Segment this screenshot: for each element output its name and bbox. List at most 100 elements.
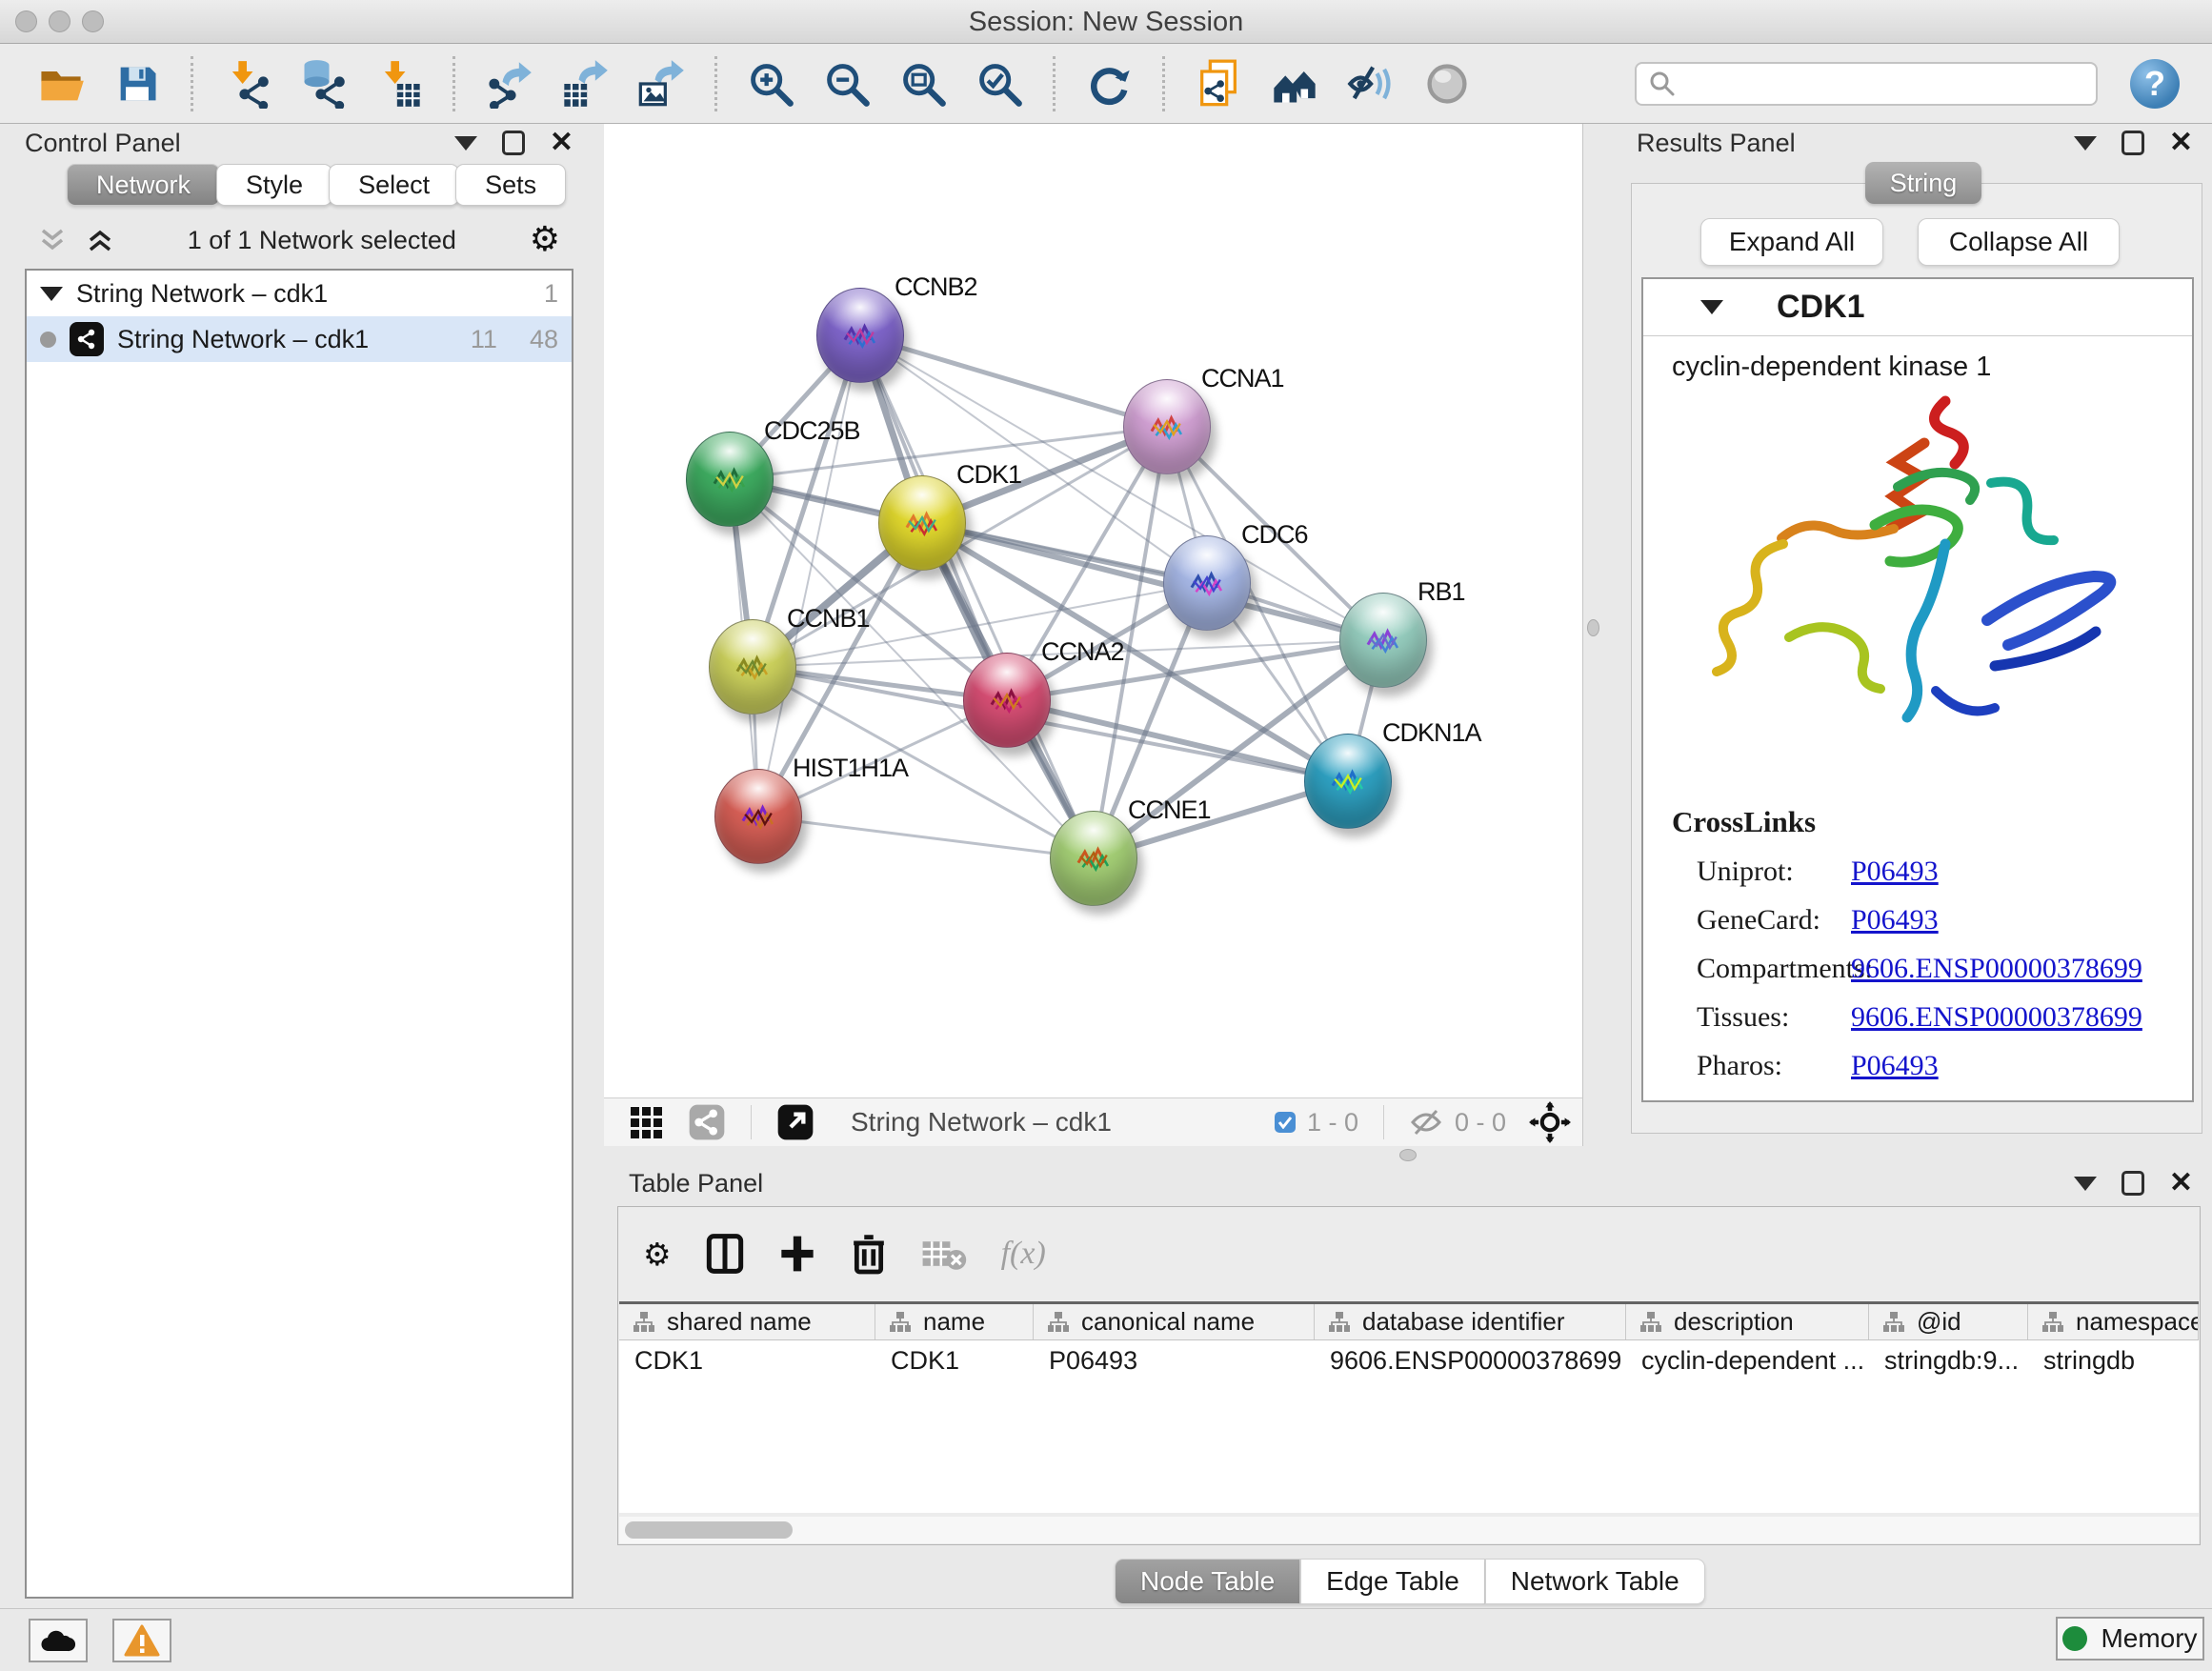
column-header-database-identifier[interactable]: database identifier [1315, 1304, 1626, 1339]
tab-network[interactable]: Network [67, 164, 220, 206]
tab-sets[interactable]: Sets [455, 164, 566, 206]
help-button[interactable]: ? [2130, 59, 2180, 109]
table-row[interactable]: CDK1 CDK1 P06493 9606.ENSP00000378699 cy… [619, 1340, 2199, 1380]
birds-eye-view-icon[interactable] [621, 1097, 671, 1147]
zoom-selected-icon[interactable] [975, 59, 1024, 109]
selected-nodes-checkbox[interactable] [1275, 1112, 1296, 1133]
table-options-gear-icon[interactable]: ⚙ [643, 1238, 672, 1270]
zoom-fit-icon[interactable] [898, 59, 948, 109]
network-node-label: CCNA2 [1041, 637, 1124, 667]
panel-close-icon[interactable]: ✕ [550, 129, 573, 157]
tab-node-table[interactable]: Node Table [1115, 1559, 1300, 1604]
tab-select[interactable]: Select [329, 164, 459, 206]
table-panel: Table Panel ✕ ⚙ f(x) shared name name ca… [604, 1164, 2212, 1608]
network-node-ccnb1[interactable] [709, 619, 796, 715]
crosslink-pharos[interactable]: P06493 [1851, 1050, 1939, 1082]
network-share-icon[interactable] [682, 1097, 732, 1147]
panel-menu-icon[interactable] [2074, 136, 2097, 151]
network-options-gear-icon[interactable]: ⚙ [530, 223, 560, 257]
open-in-window-icon[interactable] [771, 1097, 820, 1147]
delete-table-icon[interactable] [921, 1237, 967, 1271]
network-node-cdc6[interactable] [1163, 535, 1251, 631]
network-node-ccnb2[interactable] [816, 288, 904, 383]
network-node-ccna1[interactable] [1123, 379, 1211, 474]
expand-all-icon[interactable] [86, 227, 114, 253]
horizontal-splitter[interactable] [604, 1146, 2212, 1164]
panel-float-icon[interactable] [2122, 1171, 2144, 1196]
network-collection-row[interactable]: String Network – cdk1 1 [27, 271, 572, 316]
import-network-database-icon[interactable] [298, 59, 348, 109]
zoom-out-icon[interactable] [822, 59, 872, 109]
hide-glasses-icon[interactable] [1346, 59, 1396, 109]
column-header-name[interactable]: name [875, 1304, 1034, 1339]
search-field-wrap [1635, 62, 2098, 106]
tab-network-table[interactable]: Network Table [1485, 1559, 1705, 1604]
crosslink-genecard[interactable]: P06493 [1851, 904, 1939, 936]
function-builder-icon[interactable]: f(x) [1001, 1236, 1046, 1272]
column-header-description[interactable]: description [1626, 1304, 1869, 1339]
hidden-count-badge: 0 - 0 [1455, 1108, 1506, 1137]
network-node-rb1[interactable] [1339, 593, 1427, 688]
cloud-status-button[interactable] [29, 1619, 88, 1662]
collection-expand-icon[interactable] [40, 287, 63, 301]
tab-edge-table[interactable]: Edge Table [1300, 1559, 1485, 1604]
collapse-all-button[interactable]: Collapse All [1918, 218, 2120, 266]
vertical-splitter-handle[interactable] [1587, 619, 1599, 636]
refresh-icon[interactable] [1084, 59, 1134, 109]
network-canvas[interactable]: CCNB2CCNA1CDC25BCDK1CDC6RB1CCNB1CCNA2CDK… [604, 124, 1583, 1097]
network-edge[interactable] [758, 816, 1094, 858]
clone-network-icon[interactable] [1194, 59, 1243, 109]
scrollbar-thumb[interactable] [625, 1521, 793, 1539]
tab-string[interactable]: String [1865, 162, 1981, 204]
crosslink-tissues[interactable]: 9606.ENSP00000378699 [1851, 1001, 2142, 1034]
panel-float-icon[interactable] [2122, 131, 2144, 155]
show-columns-icon[interactable] [706, 1233, 744, 1275]
column-header-namespace[interactable]: namespace [2028, 1304, 2199, 1339]
column-header-id[interactable]: @id [1869, 1304, 2028, 1339]
network-node-hist1h1a[interactable] [714, 769, 802, 864]
gene-collapse-icon[interactable] [1700, 300, 1723, 314]
collapse-all-icon[interactable] [38, 227, 67, 253]
fit-selected-crosshair-icon[interactable] [1529, 1101, 1571, 1143]
import-network-icon[interactable] [222, 59, 271, 109]
open-session-icon[interactable] [36, 59, 86, 109]
warnings-button[interactable] [112, 1619, 171, 1662]
delete-column-icon[interactable] [851, 1232, 887, 1276]
panel-close-icon[interactable]: ✕ [2169, 129, 2193, 157]
network-node-cdk1[interactable] [878, 475, 966, 571]
network-node-ccne1[interactable] [1050, 811, 1137, 906]
zoom-in-icon[interactable] [746, 59, 795, 109]
column-header-shared-name[interactable]: shared name [619, 1304, 875, 1339]
export-table-icon[interactable] [560, 59, 610, 109]
panel-menu-icon[interactable] [454, 136, 477, 151]
network-item-row[interactable]: String Network – cdk1 11 48 [27, 316, 572, 362]
export-network-icon[interactable] [484, 59, 533, 109]
add-column-icon[interactable] [778, 1233, 816, 1275]
search-input[interactable] [1635, 62, 2098, 106]
memory-button[interactable]: Memory [2056, 1617, 2204, 1661]
column-header-canonical-name[interactable]: canonical name [1034, 1304, 1315, 1339]
sphere-icon[interactable] [1422, 59, 1472, 109]
network-edge[interactable] [1007, 700, 1348, 781]
tab-style[interactable]: Style [216, 164, 332, 206]
toolbar-separator [1053, 56, 1056, 111]
panel-menu-icon[interactable] [2074, 1177, 2097, 1191]
network-node-cdkn1a[interactable] [1304, 734, 1392, 829]
network-node-ccna2[interactable] [963, 653, 1051, 748]
network-node-cdc25b[interactable] [686, 432, 774, 527]
crosslink-uniprot[interactable]: P06493 [1851, 856, 1939, 888]
panel-close-icon[interactable]: ✕ [2169, 1169, 2193, 1198]
gene-card-header[interactable]: CDK1 [1643, 279, 2192, 336]
export-image-icon[interactable] [636, 59, 686, 109]
string-home-icon[interactable] [1270, 59, 1319, 109]
network-edge[interactable] [860, 335, 1167, 427]
crosslink-compartments[interactable]: 9606.ENSP00000378699 [1851, 953, 2142, 985]
panel-float-icon[interactable] [502, 131, 525, 155]
splitter-handle[interactable] [1399, 1149, 1417, 1161]
network-edge[interactable] [758, 335, 860, 816]
table-horizontal-scrollbar[interactable] [619, 1517, 2199, 1543]
import-table-icon[interactable] [374, 59, 424, 109]
expand-all-button[interactable]: Expand All [1700, 218, 1883, 266]
collection-count: 1 [544, 279, 558, 309]
save-session-icon[interactable] [112, 59, 162, 109]
